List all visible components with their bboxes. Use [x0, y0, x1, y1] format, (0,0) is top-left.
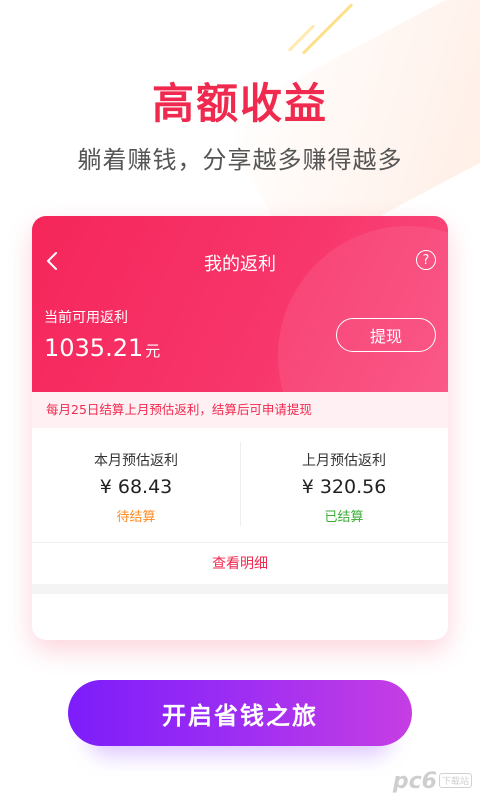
question-circle-icon[interactable]: ?: [416, 250, 436, 270]
status-badge: 待结算: [116, 510, 156, 525]
available-rebate-label: 当前可用返利: [44, 310, 128, 326]
stat-last-month: 上月预估返利 ¥ 320.56 已结算: [240, 428, 448, 540]
stat-value: ¥ 68.43: [99, 476, 173, 498]
watermark-tag: 下载站: [438, 773, 472, 788]
watermark-logo: pc6 下载站: [393, 764, 472, 794]
rebate-card: 我的返利 ? 当前可用返利 1035.21 元 提现 每月25日结算上月预估返利，…: [32, 216, 448, 640]
settlement-notice: 每月25日结算上月预估返利，结算后可申请提现: [32, 392, 448, 428]
promo-headline: 高额收益: [151, 79, 328, 128]
withdraw-button[interactable]: 提现: [336, 318, 436, 352]
stat-title: 上月预估返利: [302, 453, 386, 469]
stat-title: 本月预估返利: [94, 453, 178, 469]
decorative-line: [287, 24, 316, 52]
rebate-card-header: 我的返利 ? 当前可用返利 1035.21 元 提现: [32, 216, 448, 392]
available-rebate-amount: 1035.21 元: [44, 334, 160, 362]
promo-subheadline: 躺着赚钱，分享越多赚得越多: [77, 146, 403, 174]
available-rebate-value: 1035.21: [44, 334, 144, 362]
page-title: 我的返利: [204, 254, 276, 275]
stat-value: ¥ 320.56: [301, 476, 387, 498]
watermark-brand: pc6: [392, 769, 437, 794]
start-saving-button[interactable]: 开启省钱之旅: [68, 680, 412, 746]
divider: [32, 584, 448, 594]
stat-this-month: 本月预估返利 ¥ 68.43 待结算: [32, 428, 240, 540]
available-rebate-unit: 元: [145, 342, 161, 360]
rebate-stats: 本月预估返利 ¥ 68.43 待结算 上月预估返利 ¥ 320.56 已结算: [32, 428, 448, 540]
view-details-link[interactable]: 查看明细: [32, 542, 448, 585]
status-badge: 已结算: [324, 510, 364, 525]
